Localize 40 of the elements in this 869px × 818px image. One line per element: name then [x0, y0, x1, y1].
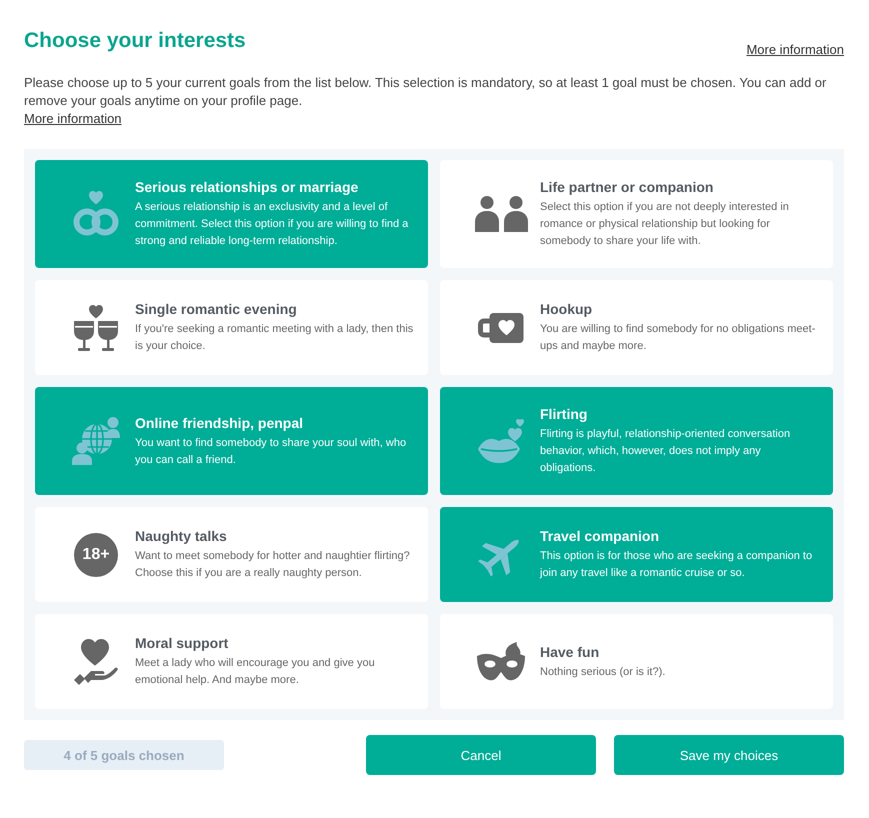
goal-card[interactable]: Hookup You are willing to find somebody for no obligations meet-ups and maybe more. [440, 280, 833, 375]
more-information-link[interactable]: More information [24, 110, 122, 128]
intro-text: Please choose up to 5 your current goals from the list below. This selection is mandatory, so at least 1 goal must be chosen. You can add or remove your goals anytime on your profile page. [24, 74, 828, 110]
goal-title: Moral support [135, 634, 230, 652]
goal-title: Serious relationships or marriage [135, 178, 360, 196]
goal-description: You want to find somebody to share your soul with, who you can call a friend. [135, 436, 408, 468]
page-title: Choose your interests [24, 28, 246, 54]
mask-icon [477, 642, 525, 682]
lips-hearts-icon [478, 419, 524, 463]
goal-title: Hookup [540, 300, 594, 318]
goal-title: Online friendship, penpal [135, 414, 304, 432]
goal-description: A serious relationship is an exclusivity and a level of commitment. Select this option if you are willing to find a strong and reliable long-term relationship. [135, 200, 410, 249]
hand-heart-icon [73, 638, 119, 684]
wine-glasses-heart-icon [74, 304, 118, 350]
goal-description: Nothing serious (or is it?). [540, 664, 666, 680]
goal-card[interactable]: 18+ Naughty talks Want to meet somebody for hotter and naughtier flirting? Choose this if you are a really naughty person. [35, 507, 428, 602]
goal-description: Flirting is playful, relationship-oriented conversation behavior, which, however, does not imply any obligations. [540, 427, 792, 476]
goal-title: Flirting [540, 405, 588, 423]
more-information-link[interactable]: More information [746, 41, 844, 59]
goal-description: Meet a lady who will encourage you and give you emotional help. And maybe more. [135, 656, 376, 688]
goal-description: This option is for those who are seeking a companion to join any travel like a romantic cruise or so. [540, 549, 814, 581]
rings-heart-icon [73, 191, 119, 237]
age-rating-badge: 18+ [74, 532, 118, 576]
goal-title: Single romantic evening [135, 300, 298, 318]
goal-title: Travel companion [540, 527, 660, 545]
goal-description: If you're seeking a romantic meeting with a lady, then this is your choice. [135, 322, 414, 354]
goal-card[interactable]: Have fun Nothing serious (or is it?). [440, 614, 833, 709]
goals-counter: 4 of 5 goals chosen [24, 740, 224, 770]
goal-description: You are willing to find somebody for no obligations meet-ups and maybe more. [540, 322, 816, 354]
goal-title: Naughty talks [135, 527, 228, 545]
two-people-icon [474, 196, 528, 232]
mug-heart-icon [478, 312, 524, 342]
goal-description: Want to meet somebody for hotter and naughtier flirting? Choose this if you are a really naughty person. [135, 549, 411, 581]
goal-card[interactable]: Moral support Meet a lady who will encourage you and give you emotional help. And maybe more. [35, 614, 428, 709]
goal-title: Have fun [540, 642, 600, 660]
goal-title: Life partner or companion [540, 178, 714, 196]
goal-description: Select this option if you are not deeply interested in romance or physical relationship but looking for somebody to share your life with. [540, 200, 790, 249]
globe-people-icon [72, 417, 120, 465]
goal-card[interactable]: Life partner or companion Select this option if you are not deeply interested in romance or physical relationship but looking for somebody to share your life with. [440, 160, 833, 268]
goal-card[interactable]: Single romantic evening If you're seeking a romantic meeting with a lady, then this is your choice. [35, 280, 428, 375]
